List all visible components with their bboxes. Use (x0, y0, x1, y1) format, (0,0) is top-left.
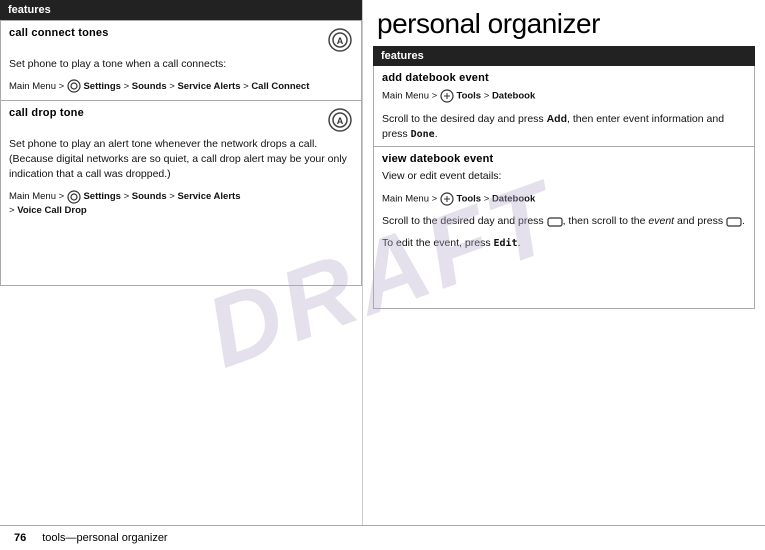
footer-text: tools—personal organizer (42, 532, 167, 544)
call-connect-title: call connect tones (9, 27, 109, 39)
call-connect-icon: A (327, 27, 353, 53)
page-number: 76 (14, 532, 26, 544)
view-datebook-title: view datebook event (382, 153, 493, 165)
add-datebook-title-row: add datebook event (374, 66, 754, 86)
view-datebook-body3: To edit the event, press Edit. (374, 234, 754, 256)
left-column: features call connect tones A Set p (0, 0, 363, 550)
page-title: personal organizer (363, 0, 765, 46)
add-datebook-body: Scroll to the desired day and press Add,… (374, 110, 754, 147)
view-datebook-path: Main Menu > Tools > Datebook (374, 189, 754, 213)
view-datebook-body1: View or edit event details: (374, 167, 754, 188)
call-drop-title: call drop tone (9, 107, 84, 119)
svg-text:A: A (337, 116, 344, 126)
call-connect-path: Main Menu > Settings > Sounds > Service … (1, 76, 361, 100)
left-features-table: call connect tones A Set phone to play a… (0, 20, 362, 286)
right-features-header: features (373, 46, 755, 66)
call-connect-body: Set phone to play a tone when a call con… (1, 55, 361, 76)
call-drop-tone-section: call drop tone A Set phone to play an al… (1, 101, 361, 225)
add-datebook-path: Main Menu > Tools > Datebook (374, 86, 754, 110)
call-connect-path-text: Main Menu > Settings > Sounds > Service … (9, 81, 309, 92)
page-layout: DRAFT features call connect tones A (0, 0, 765, 550)
call-connect-tones-section: call connect tones A Set phone to play a… (1, 21, 361, 101)
right-features-table: add datebook event Main Menu > Tools > D… (373, 66, 755, 309)
call-drop-icon: A (327, 107, 353, 133)
add-datebook-section: add datebook event Main Menu > Tools > D… (374, 66, 754, 147)
page-footer: 76 tools—personal organizer (0, 525, 765, 550)
svg-text:A: A (337, 36, 344, 46)
call-connect-title-row: call connect tones A (1, 21, 361, 55)
view-datebook-section: view datebook event View or edit event d… (374, 147, 754, 255)
left-features-header: features (0, 0, 362, 20)
call-drop-body: Set phone to play an alert tone whenever… (1, 135, 361, 187)
view-datebook-body2: Scroll to the desired day and press , th… (374, 212, 754, 233)
add-datebook-title: add datebook event (382, 72, 489, 84)
call-drop-path-text: Main Menu > Settings > Sounds > Service … (9, 191, 240, 216)
right-column: personal organizer features add datebook… (363, 0, 765, 550)
view-datebook-title-row: view datebook event (374, 147, 754, 167)
call-drop-title-row: call drop tone A (1, 101, 361, 135)
call-drop-path: Main Menu > Settings > Sounds > Service … (1, 187, 361, 225)
